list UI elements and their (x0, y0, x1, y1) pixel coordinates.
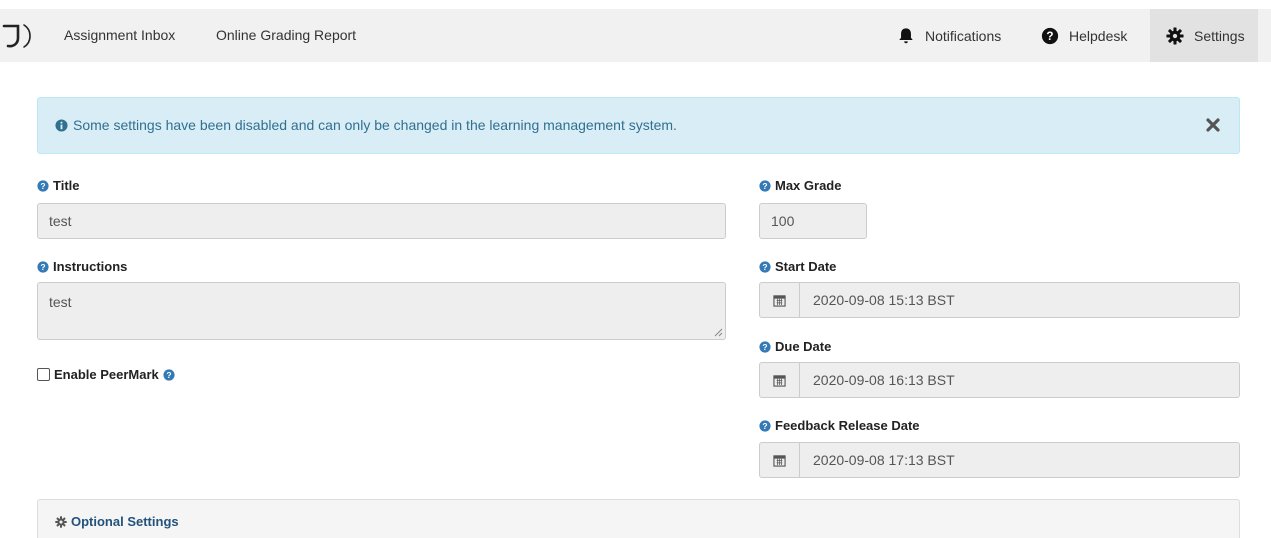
instructions-textarea[interactable]: test (37, 282, 726, 340)
nav-settings[interactable]: Settings (1150, 9, 1258, 62)
top-navbar: Assignment Inbox Online Grading Report N… (0, 9, 1271, 62)
alert-message: Some settings have been disabled and can… (73, 117, 677, 133)
start-date-value: 2020-09-08 15:13 BST (813, 292, 955, 308)
start-date-label: ? Start Date (759, 259, 836, 274)
due-date-input[interactable]: 2020-09-08 16:13 BST (759, 362, 1240, 398)
max-grade-label: ? Max Grade (759, 178, 841, 193)
nav-helpdesk[interactable]: ? Helpdesk (1041, 9, 1127, 62)
due-date-value: 2020-09-08 16:13 BST (813, 372, 955, 388)
calendar-icon (773, 454, 786, 467)
turnitin-logo-icon[interactable] (2, 22, 36, 50)
info-alert: Some settings have been disabled and can… (37, 97, 1240, 154)
help-icon[interactable]: ? (759, 260, 771, 273)
optional-settings-panel: Optional Settings (37, 499, 1240, 538)
svg-text:?: ? (762, 181, 767, 191)
help-icon[interactable]: ? (163, 368, 175, 381)
close-icon[interactable] (1205, 117, 1221, 133)
alert-message-row: Some settings have been disabled and can… (55, 98, 677, 153)
calendar-icon (773, 374, 786, 387)
cog-icon (55, 515, 67, 528)
calendar-icon (773, 294, 786, 307)
nav-assignment-inbox[interactable]: Assignment Inbox (64, 9, 175, 62)
feedback-release-date-label: ? Feedback Release Date (759, 418, 920, 433)
title-label: ? Title (37, 178, 80, 193)
info-circle-icon (55, 119, 68, 132)
feedback-release-date-value: 2020-09-08 17:13 BST (813, 452, 955, 468)
gear-icon (1166, 26, 1184, 45)
instructions-label: ? Instructions (37, 259, 127, 274)
due-date-addon[interactable] (760, 363, 800, 397)
help-icon[interactable]: ? (759, 419, 771, 432)
nav-helpdesk-label: Helpdesk (1069, 27, 1128, 44)
svg-text:?: ? (762, 421, 767, 431)
peermark-checkbox[interactable] (37, 368, 50, 381)
optional-settings-label: Optional Settings (71, 514, 179, 529)
due-date-label: ? Due Date (759, 339, 831, 354)
feedback-release-date-input[interactable]: 2020-09-08 17:13 BST (759, 442, 1240, 478)
bell-icon (899, 27, 913, 43)
title-value: test (49, 213, 72, 229)
peermark-label: Enable PeerMark (54, 367, 159, 382)
title-label-text: Title (53, 178, 80, 193)
due-date-label-text: Due Date (775, 339, 832, 354)
feedback-release-date-addon[interactable] (760, 443, 800, 477)
svg-text:?: ? (40, 262, 45, 272)
question-circle-icon: ? (1041, 27, 1059, 44)
help-icon[interactable]: ? (37, 260, 49, 273)
svg-text:?: ? (166, 370, 171, 380)
nav-notifications[interactable]: Notifications (897, 9, 1001, 62)
nav-online-grading-report[interactable]: Online Grading Report (216, 9, 356, 62)
resize-grip-icon[interactable] (714, 328, 723, 337)
optional-settings-toggle[interactable]: Optional Settings (55, 514, 179, 529)
svg-text:?: ? (762, 262, 767, 272)
max-grade-value: 100 (771, 213, 795, 229)
help-icon[interactable]: ? (37, 179, 49, 192)
svg-text:?: ? (1046, 30, 1053, 43)
max-grade-input[interactable]: 100 (759, 203, 867, 239)
peermark-option[interactable]: Enable PeerMark ? (37, 367, 175, 382)
nav-notifications-label: Notifications (925, 27, 1002, 44)
svg-text:?: ? (40, 181, 45, 191)
title-input[interactable]: test (37, 203, 726, 239)
start-date-addon[interactable] (760, 283, 800, 317)
start-date-input[interactable]: 2020-09-08 15:13 BST (759, 282, 1240, 318)
svg-text:?: ? (762, 342, 767, 352)
instructions-label-text: Instructions (53, 259, 128, 274)
nav-settings-label: Settings (1194, 27, 1245, 44)
help-icon[interactable]: ? (759, 340, 771, 353)
feedback-release-date-label-text: Feedback Release Date (775, 418, 920, 433)
instructions-value: test (49, 294, 72, 310)
max-grade-label-text: Max Grade (775, 178, 842, 193)
help-icon[interactable]: ? (759, 179, 771, 192)
start-date-label-text: Start Date (775, 259, 837, 274)
